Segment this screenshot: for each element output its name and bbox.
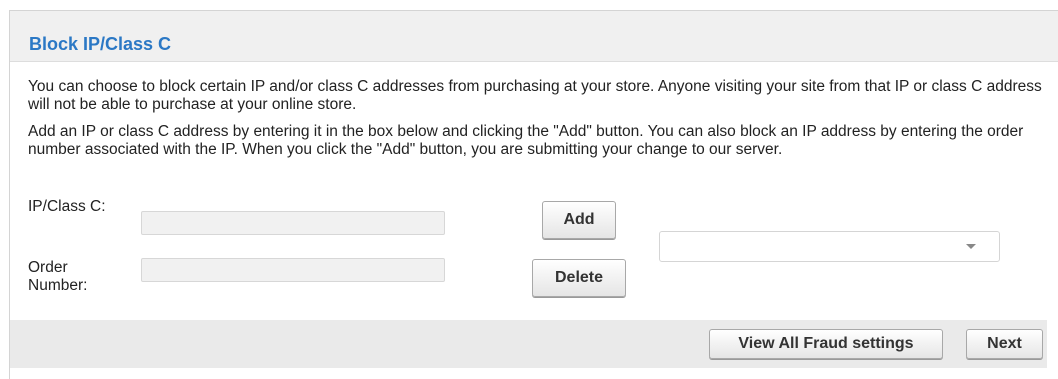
panel-title: Block IP/Class C — [29, 34, 172, 54]
blocked-addresses-select[interactable] — [659, 231, 1000, 262]
order-number-label: Order Number: — [28, 259, 88, 294]
caret-down-icon — [966, 244, 976, 249]
panel-header: Block IP/Class C — [10, 11, 1058, 62]
view-all-fraud-settings-button[interactable]: View All Fraud settings — [709, 329, 943, 359]
delete-button[interactable]: Delete — [532, 259, 626, 297]
block-ip-panel: Block IP/Class C You can choose to block… — [9, 10, 1058, 379]
ip-class-c-label: IP/Class C: — [28, 198, 106, 215]
description-paragraph-1: You can choose to block certain IP and/o… — [28, 78, 1042, 113]
add-button[interactable]: Add — [542, 201, 616, 239]
description-paragraph-2: Add an IP or class C address by entering… — [28, 123, 1024, 158]
next-button[interactable]: Next — [966, 329, 1043, 359]
ip-class-c-input[interactable] — [141, 211, 445, 235]
order-number-input[interactable] — [141, 258, 445, 282]
